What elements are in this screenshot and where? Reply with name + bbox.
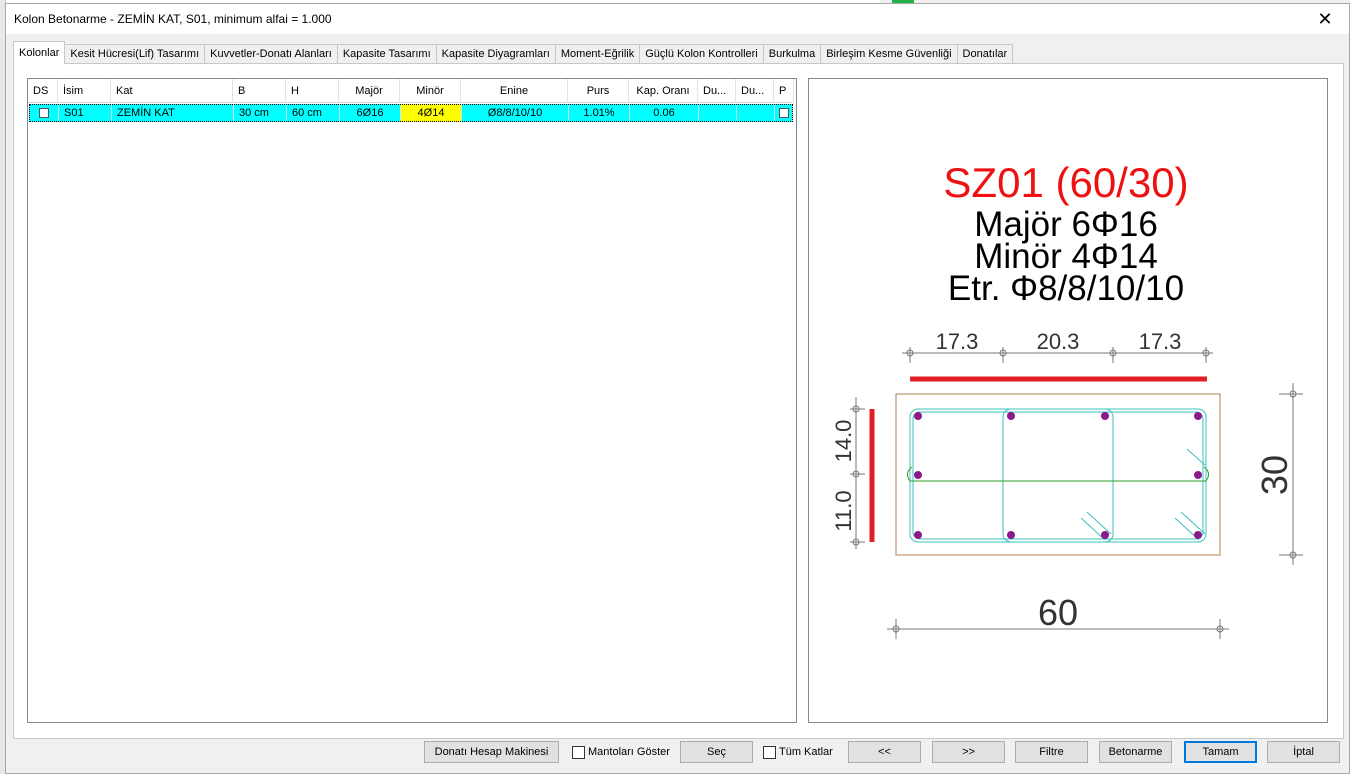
all-floors-checkbox[interactable]: Tüm Katlar [763, 746, 833, 759]
column-outline [895, 393, 1221, 556]
row-h: 60 cm [287, 104, 340, 122]
row-enine: Ø8/8/10/10 [462, 104, 569, 122]
show-jackets-label: Mantoları Göster [588, 746, 670, 758]
tab-kuvvetler-donati[interactable]: Kuvvetler-Donatı Alanları [204, 44, 338, 64]
row-du-2 [737, 104, 775, 122]
title-bar: Kolon Betonarme - ZEMİN KAT, S01, minimu… [6, 4, 1349, 34]
tab-page-kolonlar: DS İsim Kat B H Majör Minör Enine Purs K… [13, 63, 1344, 739]
left-dim-2: 11.0 [831, 490, 856, 531]
header-ds[interactable]: DS [28, 79, 58, 103]
tab-donatilar[interactable]: Donatılar [956, 44, 1014, 64]
row-kat: ZEMİN KAT [112, 104, 234, 122]
stirrups [909, 408, 1207, 543]
row-minor: 4Ø14 [401, 104, 462, 122]
section-title: SZ01 (60/30) [943, 159, 1188, 206]
previous-button[interactable]: << [848, 741, 921, 763]
header-kap-orani[interactable]: Kap. Oranı [629, 79, 698, 103]
section-drawing: SZ01 (60/30) Majör 6Φ16 Minör 4Φ14 Etr. … [831, 159, 1303, 639]
header-h[interactable]: H [286, 79, 339, 103]
header-p[interactable]: P [774, 79, 794, 103]
all-floors-label: Tüm Katlar [779, 746, 833, 758]
row-isim: S01 [59, 104, 112, 122]
header-purs[interactable]: Purs [568, 79, 629, 103]
button-bar: Donatı Hesap Makinesi Mantoları Göster S… [6, 740, 1349, 770]
header-du-1[interactable]: Du... [698, 79, 736, 103]
ok-button[interactable]: Tamam [1184, 741, 1257, 763]
close-icon[interactable]: ✕ [1307, 6, 1343, 32]
row-du-1 [699, 104, 737, 122]
filter-button[interactable]: Filtre [1015, 741, 1088, 763]
width-dim: 60 [1038, 592, 1078, 633]
tab-burkulma[interactable]: Burkulma [762, 44, 822, 64]
header-major[interactable]: Majör [339, 79, 400, 103]
row-major: 6Ø16 [340, 104, 401, 122]
checkbox-icon[interactable] [572, 746, 585, 759]
window-title: Kolon Betonarme - ZEMİN KAT, S01, minimu… [14, 12, 332, 26]
grid-header: DS İsim Kat B H Majör Minör Enine Purs K… [28, 79, 794, 103]
cancel-button[interactable]: İptal [1267, 741, 1340, 763]
concrete-button[interactable]: Betonarme [1099, 741, 1172, 763]
rebar-calculator-button[interactable]: Donatı Hesap Makinesi [424, 741, 559, 763]
tab-guclu-kolon[interactable]: Güçlü Kolon Kontrolleri [639, 44, 764, 64]
section-drawing-panel: SZ01 (60/30) Majör 6Φ16 Minör 4Φ14 Etr. … [808, 78, 1328, 723]
tab-strip: Kolonlar Kesit Hücresi(Lif) Tasarımı Kuv… [13, 41, 1014, 64]
top-dim-1: 17.3 [936, 329, 979, 354]
next-button[interactable]: >> [932, 741, 1005, 763]
tab-kapasite-diyagramlari[interactable]: Kapasite Diyagramları [435, 44, 556, 64]
checkbox-icon[interactable] [38, 108, 49, 119]
tab-kapasite-tasarimi[interactable]: Kapasite Tasarımı [336, 44, 437, 64]
header-kat[interactable]: Kat [111, 79, 233, 103]
dialog-window: Kolon Betonarme - ZEMİN KAT, S01, minimu… [5, 3, 1350, 774]
rebars [914, 412, 1202, 539]
top-dim-3: 17.3 [1139, 329, 1182, 354]
tab-moment-egrilik[interactable]: Moment-Eğrilik [554, 44, 641, 64]
table-row[interactable]: S01 ZEMİN KAT 30 cm 60 cm 6Ø16 4Ø14 Ø8/8… [29, 104, 793, 122]
checkbox-icon[interactable] [763, 746, 776, 759]
height-dim: 30 [1254, 455, 1295, 495]
row-b: 30 cm [234, 104, 287, 122]
stirrup-text: Etr. Φ8/8/10/10 [948, 269, 1184, 308]
header-isim[interactable]: İsim [58, 79, 111, 103]
header-enine[interactable]: Enine [461, 79, 568, 103]
row-kap-orani: 0.06 [630, 104, 699, 122]
tab-kolonlar[interactable]: Kolonlar [13, 41, 66, 64]
tab-birlesim-kesme[interactable]: Birleşim Kesme Güvenliği [820, 44, 958, 64]
left-dim-1: 14.0 [831, 420, 856, 463]
checkbox-icon[interactable] [778, 108, 789, 119]
row-p-checkbox[interactable] [775, 104, 793, 122]
cross-tie [906, 466, 1210, 482]
top-dim-2: 20.3 [1037, 329, 1080, 354]
header-minor[interactable]: Minör [400, 79, 461, 103]
header-b[interactable]: B [233, 79, 286, 103]
header-du-2[interactable]: Du... [736, 79, 774, 103]
row-purs: 1.01% [569, 104, 630, 122]
select-button[interactable]: Seç [680, 741, 753, 763]
columns-grid[interactable]: DS İsim Kat B H Majör Minör Enine Purs K… [27, 78, 797, 723]
show-jackets-checkbox[interactable]: Mantoları Göster [572, 746, 670, 759]
row-ds-checkbox[interactable] [29, 104, 59, 122]
tab-kesit-hucresi[interactable]: Kesit Hücresi(Lif) Tasarımı [64, 44, 206, 64]
